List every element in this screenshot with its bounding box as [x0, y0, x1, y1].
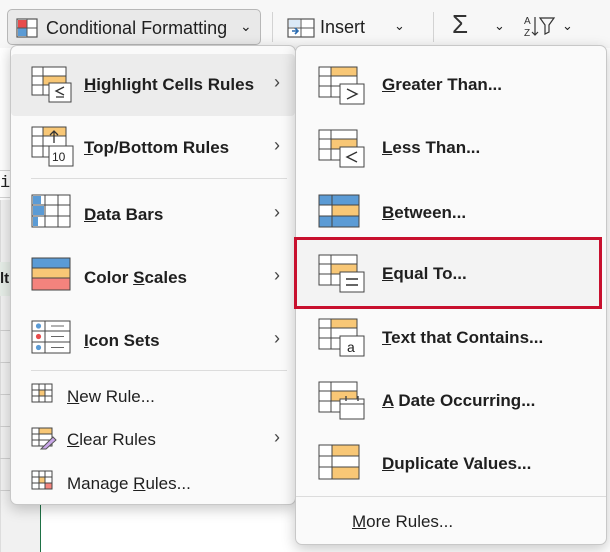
column-header-text: lt [0, 270, 10, 287]
menu-item-between[interactable]: Between... [296, 180, 606, 242]
menu-item-new-rule[interactable]: New Rule... [11, 376, 295, 416]
color-scales-icon [31, 257, 73, 298]
greater-than-icon [318, 66, 366, 111]
menu-item-label: Top/Bottom Rules [84, 138, 230, 157]
conditional-formatting-icon [16, 18, 38, 43]
menu-item-text-contains[interactable]: a Text that Contains... [296, 306, 606, 368]
menu-item-icon-sets[interactable]: Icon Sets › [11, 307, 295, 369]
menu-divider [296, 496, 606, 497]
menu-item-color-scales[interactable]: Color Scales › [11, 244, 295, 306]
menu-item-duplicate-values[interactable]: Duplicate Values... [296, 432, 606, 494]
menu-item-less-than[interactable]: Less Than... [296, 117, 606, 179]
data-bars-icon [31, 194, 73, 235]
chevron-down-icon: ⌄ [394, 18, 405, 33]
insert-cells-icon [286, 17, 316, 44]
svg-text:Z: Z [524, 28, 530, 38]
chevron-right-icon: › [274, 265, 280, 285]
menu-item-label: Equal To... [382, 264, 467, 283]
menu-item-label: Text that Contains... [382, 328, 544, 347]
highlight-cells-rules-submenu: Greater Than... Less Than... Between... … [294, 45, 607, 545]
menu-item-label: A Date Occurring... [382, 391, 536, 410]
sort-filter-icon[interactable]: A Z [524, 14, 558, 43]
chevron-right-icon: › [274, 72, 280, 92]
conditional-formatting-menu: Highlight Cells Rules › 10 Top/Bottom Ru… [10, 45, 296, 505]
chevron-down-icon[interactable]: ⌄ [494, 18, 505, 34]
chevron-right-icon: › [274, 202, 280, 222]
menu-item-highlight-cells-rules[interactable]: Highlight Cells Rules › [11, 54, 295, 116]
menu-divider [31, 178, 287, 179]
menu-item-label: Between... [382, 203, 467, 222]
menu-item-label: Less Than... [382, 138, 481, 157]
less-than-icon [318, 129, 366, 174]
ribbon-divider [433, 12, 434, 42]
chevron-right-icon: › [274, 328, 280, 348]
menu-item-label: Clear Rules [67, 430, 156, 449]
manage-rules-icon [31, 470, 55, 497]
chevron-right-icon: › [274, 135, 280, 155]
insert-label: Insert [320, 17, 366, 37]
menu-item-date-occurring[interactable]: A Date Occurring... [296, 369, 606, 431]
highlight-cells-rules-icon [31, 66, 73, 109]
date-occurring-icon [318, 381, 366, 426]
top-bottom-rules-icon: 10 [31, 126, 77, 173]
duplicate-values-icon [318, 444, 362, 487]
new-rule-icon [31, 383, 55, 410]
menu-item-greater-than[interactable]: Greater Than... [296, 54, 606, 116]
ribbon-divider [272, 12, 273, 42]
between-icon [318, 194, 362, 235]
menu-item-label: Duplicate Values... [382, 454, 532, 473]
svg-text:10: 10 [52, 150, 66, 164]
menu-item-more-rules[interactable]: More Rules... [296, 502, 606, 542]
menu-item-label: Manage Rules... [67, 474, 191, 493]
autosum-icon[interactable]: Σ [452, 9, 468, 40]
menu-item-label: Highlight Cells Rules [84, 75, 255, 94]
menu-item-label: More Rules... [352, 512, 454, 531]
menu-item-label: Color Scales [84, 268, 187, 287]
menu-item-label: Icon Sets [84, 331, 160, 350]
menu-item-label: New Rule... [67, 387, 155, 406]
icon-sets-icon [31, 320, 73, 361]
chevron-down-icon[interactable]: ⌄ [562, 18, 573, 34]
clear-rules-icon [31, 427, 57, 456]
menu-item-data-bars[interactable]: Data Bars › [11, 181, 295, 243]
svg-text:A: A [524, 16, 531, 27]
equal-to-icon [318, 254, 366, 299]
ribbon: Conditional Formatting ⌄ Insert ⌄ Σ ⌄ A … [0, 0, 610, 48]
menu-item-label: Data Bars [84, 205, 164, 224]
menu-item-equal-to[interactable]: Equal To... [296, 242, 606, 304]
conditional-formatting-button[interactable]: Conditional Formatting ⌄ [7, 9, 261, 45]
chevron-right-icon: › [274, 427, 280, 447]
text-contains-icon: a [318, 318, 366, 363]
svg-text:a: a [347, 339, 355, 355]
menu-item-top-bottom-rules[interactable]: 10 Top/Bottom Rules › [11, 116, 295, 178]
menu-item-clear-rules[interactable]: Clear Rules › [11, 419, 295, 459]
menu-divider [31, 370, 287, 371]
formula-bar-text: i [0, 174, 11, 193]
conditional-formatting-label: Conditional Formatting [46, 18, 228, 38]
menu-item-manage-rules[interactable]: Manage Rules... [11, 463, 295, 503]
chevron-down-icon: ⌄ [240, 18, 252, 34]
menu-item-label: Greater Than... [382, 75, 502, 94]
